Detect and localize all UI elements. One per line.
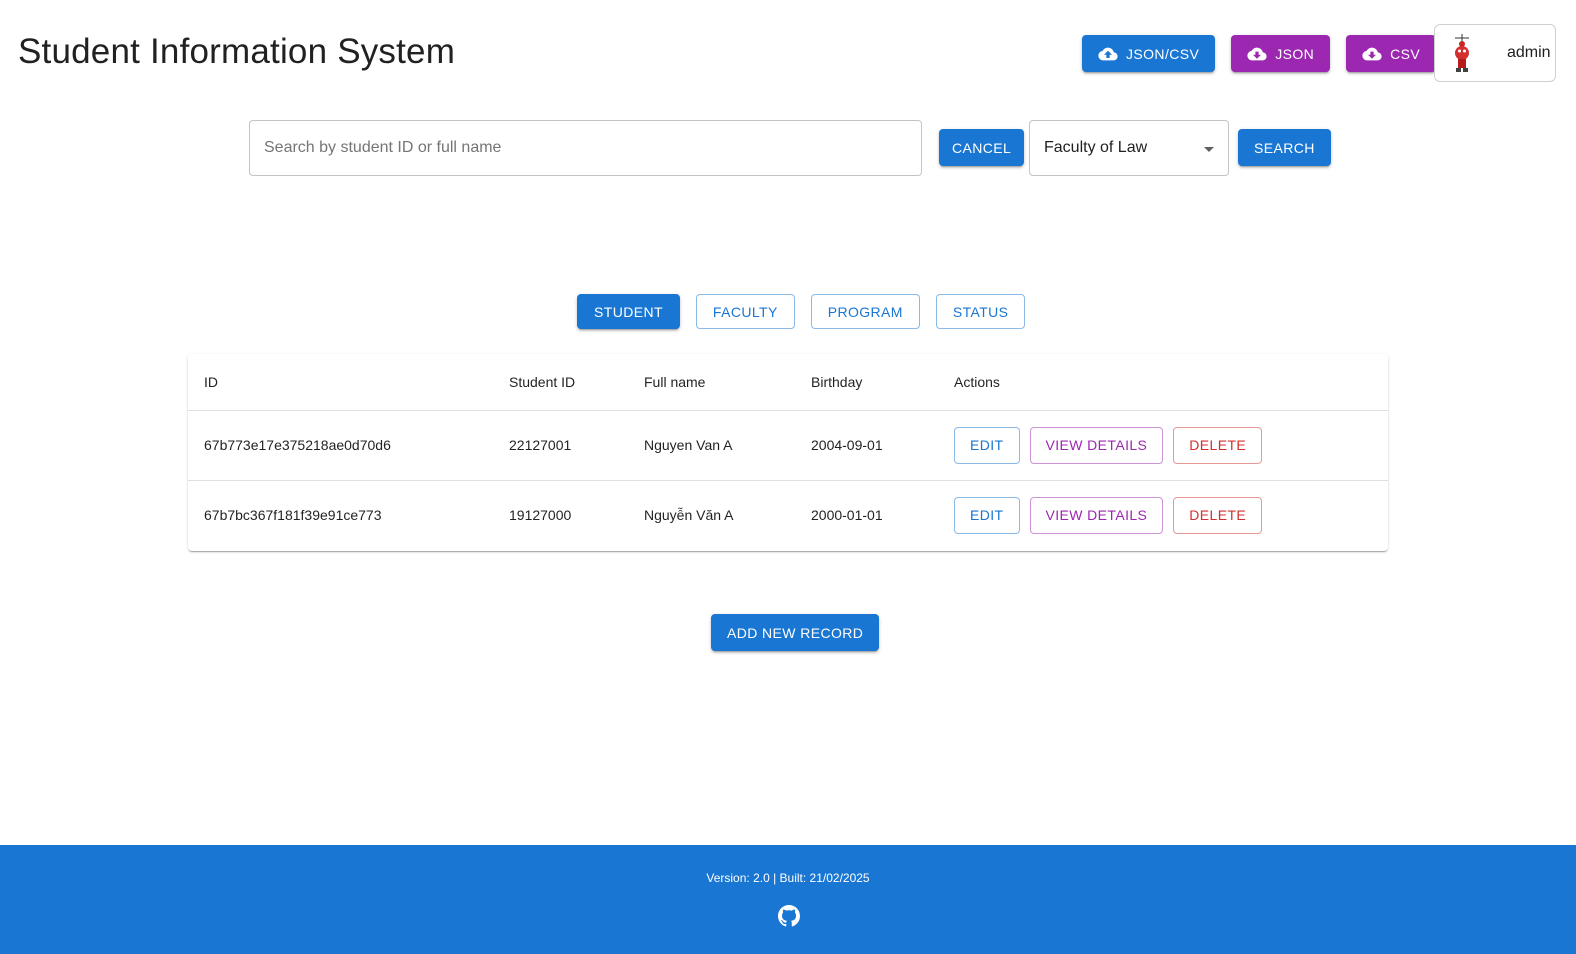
table-row: 67b7bc367f181f39e91ce773 19127000 Nguyễn… xyxy=(188,480,1388,550)
faculty-select-value: Faculty of Law xyxy=(1044,139,1148,156)
export-json-label: JSON xyxy=(1275,45,1315,62)
delete-button[interactable]: DELETE xyxy=(1173,426,1263,464)
add-new-record-button[interactable]: ADD NEW RECORD xyxy=(711,614,880,651)
cell-id: 67b773e17e375218ae0d70d6 xyxy=(188,410,493,481)
column-header-actions: Actions xyxy=(938,354,1388,411)
app-title: Student Information System xyxy=(18,32,456,71)
column-header-student-id: Student ID xyxy=(493,354,628,411)
edit-button[interactable]: EDIT xyxy=(954,426,1020,464)
student-table: ID Student ID Full name Birthday Actions… xyxy=(188,354,1388,551)
avatar xyxy=(1455,34,1469,72)
entity-tabs: STUDENT FACULTY PROGRAM STATUS xyxy=(577,294,1041,329)
search-input[interactable] xyxy=(249,120,922,176)
footer: Version: 2.0 | Built: 21/02/2025 xyxy=(0,845,1576,954)
header-actions: JSON/CSV JSON CSV xyxy=(1082,35,1437,72)
github-icon[interactable] xyxy=(778,905,800,932)
cancel-button[interactable]: CANCEL xyxy=(939,129,1025,166)
faculty-select[interactable]: Faculty of Law xyxy=(1029,120,1229,176)
view-details-button[interactable]: VIEW DETAILS xyxy=(1029,496,1164,534)
cell-full-name: Nguyen Van A xyxy=(628,410,795,481)
cell-birthday: 2000-01-01 xyxy=(811,507,883,524)
tab-status[interactable]: STATUS xyxy=(935,294,1026,329)
cloud-download-icon xyxy=(1362,47,1382,60)
tab-faculty[interactable]: FACULTY xyxy=(695,294,795,329)
export-csv-button[interactable]: CSV xyxy=(1346,35,1437,72)
user-menu[interactable]: admin xyxy=(1434,24,1556,82)
table-row: 67b773e17e375218ae0d70d6 22127001 Nguyen… xyxy=(188,410,1388,481)
cell-actions: EDIT VIEW DETAILS DELETE xyxy=(938,480,1388,550)
tab-program[interactable]: PROGRAM xyxy=(810,294,920,329)
cell-birthday: 2004-09-01 xyxy=(795,410,938,481)
column-header-birthday: Birthday xyxy=(795,354,938,411)
dropdown-arrow-icon xyxy=(1204,147,1214,152)
cloud-download-icon xyxy=(1247,47,1267,60)
import-json-csv-button[interactable]: JSON/CSV xyxy=(1082,35,1216,72)
edit-button[interactable]: EDIT xyxy=(954,496,1020,534)
view-details-button[interactable]: VIEW DETAILS xyxy=(1029,426,1164,464)
import-button-label: JSON/CSV xyxy=(1126,45,1200,62)
cell-student-id: 22127001 xyxy=(493,410,628,481)
cell-id: 67b7bc367f181f39e91ce773 xyxy=(204,507,382,524)
tab-student[interactable]: STUDENT xyxy=(577,294,680,329)
table-header-row: ID Student ID Full name Birthday Actions xyxy=(188,354,1388,411)
delete-button[interactable]: DELETE xyxy=(1173,496,1263,534)
column-header-full-name: Full name xyxy=(628,354,795,411)
export-csv-label: CSV xyxy=(1390,45,1421,62)
username: admin xyxy=(1507,44,1551,61)
export-json-button[interactable]: JSON xyxy=(1231,35,1331,72)
cloud-upload-icon xyxy=(1098,47,1118,60)
cell-actions: EDIT VIEW DETAILS DELETE xyxy=(938,410,1388,481)
search-button[interactable]: SEARCH xyxy=(1238,129,1331,166)
version-text: Version: 2.0 | Built: 21/02/2025 xyxy=(706,871,870,885)
cell-full-name: Nguyễn Văn A xyxy=(644,507,734,524)
column-header-id: ID xyxy=(188,354,493,411)
cell-student-id: 19127000 xyxy=(509,507,572,524)
